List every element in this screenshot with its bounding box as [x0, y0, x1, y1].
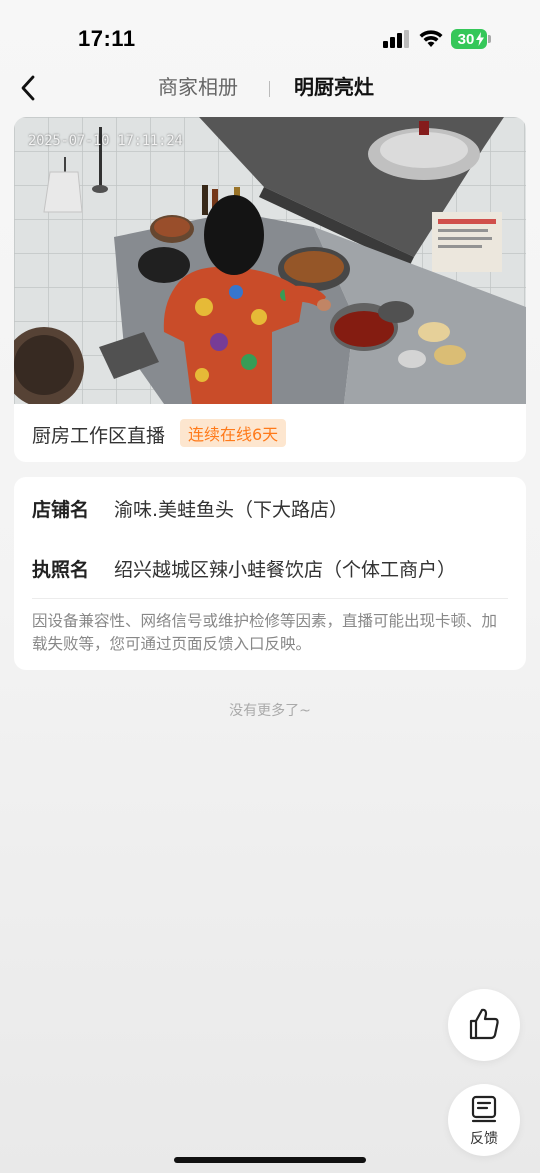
tab-merchant-album[interactable]: 商家相册: [158, 74, 238, 100]
status-time: 17:11: [78, 26, 136, 51]
live-video[interactable]: [14, 117, 526, 404]
feedback-button[interactable]: 反馈: [448, 1084, 520, 1156]
status-bar: 17:11 30: [0, 0, 540, 66]
feedback-label: 反馈: [470, 1131, 498, 1147]
wifi-icon: [419, 30, 443, 47]
store-name-value: 渝味.美蛙鱼头（下大路店）: [114, 499, 349, 521]
store-name-label: 店铺名: [32, 499, 90, 521]
license-name-value: 绍兴越城区辣小蛙餐饮店（个体工商户）: [114, 559, 457, 581]
live-stream-card: 2025-07-10 17:11:24 厨房工作区直播 连续在线6天: [14, 117, 526, 462]
tab-open-kitchen[interactable]: 明厨亮灶: [294, 74, 374, 100]
video-timestamp: 2025-07-10 17:11:24: [28, 133, 183, 149]
thumbs-up-icon: [469, 1008, 499, 1040]
signal-icon: [383, 30, 409, 48]
license-name-label: 执照名: [32, 559, 90, 581]
top-nav: 商家相册 明厨亮灶: [0, 66, 540, 110]
chevron-left-icon: [21, 75, 35, 101]
end-of-list-text: 没有更多了~: [229, 703, 311, 719]
feedback-icon: [471, 1095, 497, 1123]
battery-icon: 30: [451, 29, 487, 49]
back-button[interactable]: [12, 72, 44, 104]
online-days-badge: 连续在线6天: [180, 419, 287, 447]
bolt-icon: [476, 32, 484, 46]
store-info-card: 店铺名 渝味.美蛙鱼头（下大路店） 执照名 绍兴越城区辣小蛙餐饮店（个体工商户）…: [14, 477, 526, 670]
divider: [32, 598, 508, 599]
like-button[interactable]: [448, 989, 520, 1061]
tab-divider: [269, 81, 270, 97]
disclaimer-note: 因设备兼容性、网络信号或维护检修等因素，直播可能出现卡顿、加载失败等，您可通过页…: [32, 612, 498, 653]
home-indicator[interactable]: [174, 1157, 366, 1163]
battery-level: 30: [457, 30, 475, 48]
live-caption: 厨房工作区直播: [32, 425, 166, 447]
battery-tip: [488, 35, 491, 43]
